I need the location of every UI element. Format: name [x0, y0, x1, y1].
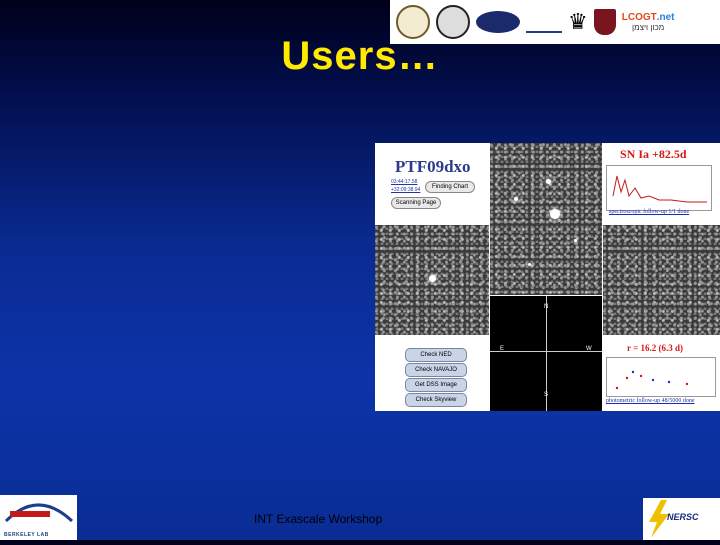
spectrum-curve — [612, 175, 707, 203]
classification-label: SN Ia +82.5d — [620, 147, 687, 161]
ra-link[interactable]: 03:44:17.58 — [391, 179, 417, 185]
light-curve-points — [615, 370, 689, 390]
nersc-logo: NERSC — [643, 498, 720, 540]
finder-south-label: S — [544, 392, 549, 398]
finding-chart-button[interactable]: Finding Chart — [425, 181, 475, 193]
finder-west-label: W — [586, 346, 592, 352]
tiny-description-text — [162, 250, 222, 254]
berkeley-lab-footer-logo: BERKELEY LAB — [0, 495, 77, 540]
oval-institute-logo — [476, 11, 520, 33]
berkeley-lab-arc-icon — [4, 503, 74, 523]
dec-link[interactable]: +32:09:38.94 — [391, 187, 420, 193]
scanning-page-button[interactable]: Scanning Page — [391, 197, 441, 209]
ptf-transient-panel: PTF09dxo 03:44:17.58 +32:09:38.94 Findin… — [375, 143, 720, 411]
subtraction-image-cutout — [603, 225, 720, 335]
check-navajo-button[interactable]: Check NAVAJO — [405, 363, 467, 377]
berkeley-lab-logo — [526, 11, 562, 33]
finder-north-label: N — [544, 304, 549, 310]
photometry-caption[interactable]: photometric follow-up 48/5000 done — [606, 398, 695, 404]
finder-chart: N E W S — [490, 296, 602, 411]
spectrum-plot — [606, 165, 712, 211]
reference-image-cutout — [375, 225, 489, 335]
oxford-shield-logo — [593, 9, 616, 35]
slide-footer: INT Exascale Workshop — [254, 512, 383, 526]
transient-name: PTF09dxo — [395, 157, 471, 176]
magnitude-label: r = 16.2 (6.3 d) — [627, 343, 683, 353]
hebrew-logo-text: מכון ויצמן — [632, 22, 665, 32]
check-ned-button[interactable]: Check NED — [405, 348, 467, 362]
crown-logo: ♛ — [568, 9, 588, 34]
slide-title: Users… — [281, 34, 439, 78]
new-image-cutout — [490, 143, 602, 295]
finder-east-label: E — [500, 346, 505, 352]
lcogt-logo: LCOGT.net מכון ויצמן — [621, 11, 675, 32]
spectroscopy-caption[interactable]: spectroscopic follow-up 1/1 done — [609, 209, 689, 215]
check-skyview-button[interactable]: Check Skyview — [405, 393, 467, 407]
get-dss-image-button[interactable]: Get DSS Image — [405, 378, 467, 392]
light-curve-plot — [606, 357, 716, 397]
